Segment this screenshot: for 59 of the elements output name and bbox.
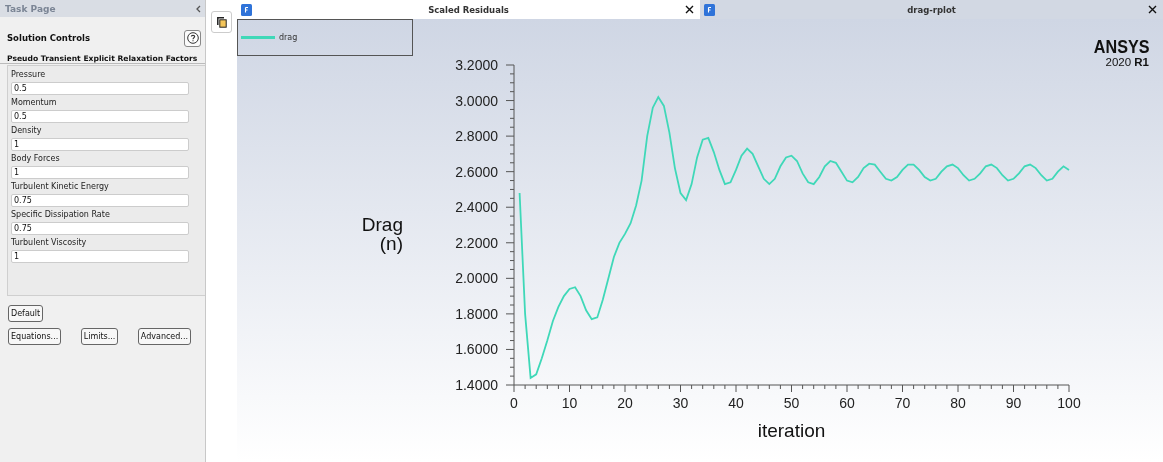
- tick-label: 1.8000: [455, 305, 498, 322]
- tick-label: 60: [839, 395, 855, 411]
- panel-button[interactable]: Advanced...: [137, 328, 191, 345]
- copy-icon: [216, 16, 227, 28]
- tick-label: 2.2000: [455, 234, 498, 251]
- x-axis-label: iteration: [757, 420, 826, 441]
- tick-label: 50: [783, 395, 800, 411]
- close-icon[interactable]: [685, 5, 694, 14]
- section-heading: Solution Controls: [7, 33, 90, 43]
- field-label: Momentum: [11, 98, 58, 108]
- legend-label: drag: [279, 33, 298, 42]
- field-label: Body Forces: [11, 154, 61, 164]
- input-field[interactable]: 1: [11, 166, 189, 179]
- close-icon[interactable]: [1148, 5, 1157, 14]
- tick-label: 2.4000: [455, 199, 498, 216]
- y-axis-label: Drag (n): [361, 214, 403, 254]
- tick-label: 2.6000: [455, 163, 498, 180]
- field-label: Turbulent Viscosity: [11, 238, 88, 248]
- field-label: Specific Dissipation Rate: [11, 210, 111, 220]
- tick-label: 70: [894, 395, 911, 411]
- tick-label: 10: [561, 395, 578, 411]
- input-field[interactable]: 1: [11, 138, 189, 151]
- legend-line-icon: [241, 36, 275, 39]
- field-label: Turbulent Kinetic Energy: [11, 182, 110, 192]
- tick-label: 3.0000: [455, 92, 498, 109]
- input-field[interactable]: 0.75: [11, 194, 189, 207]
- help-button[interactable]: [184, 29, 201, 47]
- tick-label: 20: [617, 395, 633, 411]
- help-icon: [186, 32, 199, 44]
- window-tab[interactable]: drag-rplot: [700, 0, 1163, 19]
- app-icon: [241, 3, 252, 16]
- tick-label: 80: [950, 395, 966, 411]
- app-icon: [704, 3, 715, 16]
- input-field[interactable]: 0.75: [11, 222, 189, 235]
- input-field[interactable]: 0.5: [11, 82, 189, 95]
- field-label: Density: [11, 126, 43, 136]
- chevron-left-icon[interactable]: [195, 4, 201, 13]
- tick-label: 2.8000: [455, 128, 498, 145]
- version-text: 2020 R1: [1104, 56, 1149, 68]
- logo-text: ANSYS: [1093, 37, 1149, 56]
- tick-label: 3.2000: [455, 57, 498, 73]
- tick-label: 1.6000: [455, 341, 498, 358]
- field-label: Pressure: [11, 70, 47, 80]
- input-field[interactable]: 1: [11, 250, 189, 263]
- default-button[interactable]: Default: [8, 305, 44, 322]
- tick-label: 40: [728, 395, 744, 411]
- tab-title: Scaled Residuals: [427, 4, 510, 15]
- tick-label: 1.4000: [455, 377, 498, 393]
- panel-button[interactable]: Limits...: [80, 328, 119, 345]
- panel-button[interactable]: Equations...: [8, 328, 62, 345]
- copy-button[interactable]: [211, 11, 232, 33]
- tick-label: 90: [1005, 395, 1022, 411]
- tick-label: 0: [510, 395, 518, 411]
- input-field[interactable]: 0.5: [11, 110, 189, 123]
- panel-title: Task Page: [5, 3, 56, 14]
- tick-label: 100: [1057, 395, 1081, 411]
- tick-label: 30: [672, 395, 689, 411]
- tab-title: drag-rplot: [906, 4, 957, 15]
- tick-label: 2.0000: [455, 270, 498, 287]
